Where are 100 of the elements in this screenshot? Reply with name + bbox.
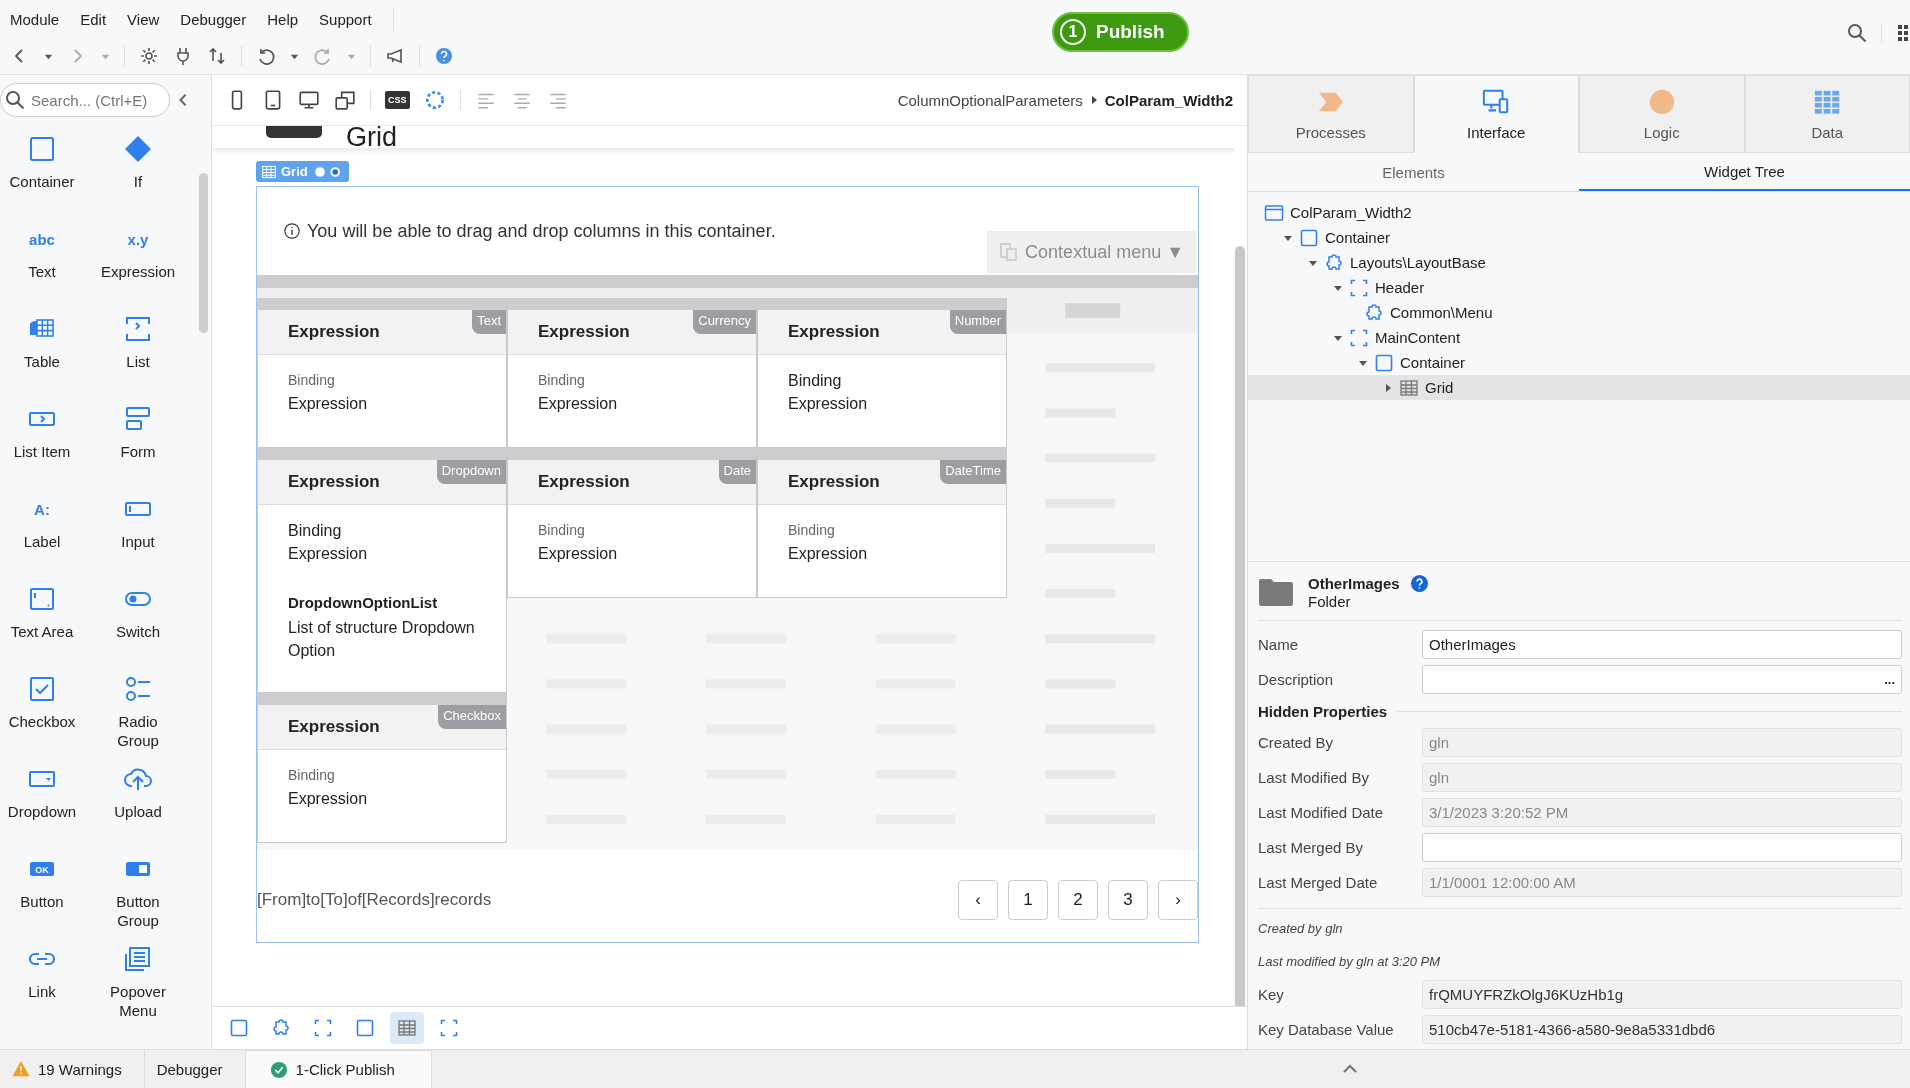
table-icon (261, 163, 277, 180)
column-card[interactable]: Expression Text Binding Expression (257, 298, 507, 448)
page-button[interactable]: 1 (1008, 880, 1048, 920)
widget-palette-item[interactable]: x.y Expression (84, 218, 192, 308)
menu-item[interactable]: Debugger (180, 10, 257, 28)
more-button[interactable]: ... (1884, 672, 1895, 687)
tree-item[interactable]: Common\Menu (1248, 300, 1910, 325)
widget-palette-item[interactable]: Radio Group (84, 668, 192, 758)
document-icon (999, 242, 1020, 262)
table-icon (397, 1018, 417, 1038)
caret-icon[interactable] (1383, 382, 1393, 393)
tree-item[interactable]: Grid (1248, 375, 1910, 400)
css-button[interactable]: CSS (385, 91, 410, 109)
tree-item[interactable]: Header (1248, 275, 1910, 300)
publish-button[interactable]: 1 Publish (1052, 12, 1189, 52)
widget-path-button[interactable] (390, 1012, 424, 1044)
widget-palette-item[interactable]: List Item (0, 398, 84, 488)
column-binding-text: Expression (788, 394, 869, 414)
breadcrumb-link[interactable]: ColumnOptionalParameters (897, 91, 1083, 109)
text-field[interactable]: OtherImages (1422, 630, 1902, 659)
block-icon (1364, 302, 1384, 323)
widget-palette-item[interactable]: Form (84, 398, 192, 488)
widget-palette-item[interactable]: Container (0, 128, 84, 218)
widget-palette-item[interactable]: Popover Menu (84, 938, 192, 1028)
widget-palette-item[interactable]: Button Group (84, 848, 192, 938)
scrollbar-thumb[interactable] (199, 173, 209, 333)
theme-circle-icon[interactable] (423, 89, 446, 111)
field-label: Name (1258, 636, 1299, 653)
column-binding-text: Expression (288, 789, 369, 809)
tab[interactable]: Elements (1248, 153, 1579, 191)
widget-palette-item[interactable]: abc Text (0, 218, 84, 308)
column-binding-text: Binding (288, 521, 343, 541)
widget-palette-item[interactable]: Table (0, 308, 84, 398)
page-button[interactable]: 3 (1108, 880, 1148, 920)
menu-item[interactable]: Help (267, 10, 309, 28)
widget-palette-item[interactable]: List (84, 308, 192, 398)
menu-item[interactable]: View (127, 10, 170, 28)
page-title: Grid (346, 126, 397, 148)
tab[interactable]: Logic (1579, 75, 1745, 153)
widget-palette-item[interactable]: Dropdown (0, 758, 84, 848)
megaphone-icon[interactable] (385, 46, 405, 66)
help-icon[interactable] (434, 46, 454, 66)
tree-item[interactable]: ColParam_Width2 (1248, 200, 1910, 225)
collapse-icon[interactable] (178, 93, 188, 107)
audit-note: Last modified by gln at 3:20 PM (1258, 954, 1442, 969)
widget-palette-item[interactable]: Switch (84, 578, 192, 668)
column-card[interactable]: Expression Number Binding Expression (757, 298, 1007, 448)
column-title: Expression (288, 717, 380, 737)
column-binding-text: Expression (788, 544, 869, 564)
settings-icon[interactable] (139, 46, 159, 66)
desktop-icon[interactable] (298, 89, 320, 111)
tab[interactable]: Processes (1248, 75, 1414, 153)
readonly-field: frQMUYFRZkOlgJ6KUzHb1g (1422, 980, 1902, 1009)
column-card[interactable]: Expression Currency Binding Expression (507, 298, 757, 448)
widget-palette-item[interactable]: Text Area (0, 578, 84, 668)
column-binding-text: Expression (288, 544, 369, 564)
field-label: Last Modified By (1258, 769, 1370, 786)
widget-palette-item[interactable]: If (84, 128, 192, 218)
undo-icon[interactable] (256, 46, 276, 66)
status-tab[interactable]: 1-Click Publish (245, 1050, 432, 1088)
container-icon (27, 134, 57, 164)
column-card[interactable]: Expression Dropdown Binding Expression DropdownOptionList List of structure Dropdown Option (257, 448, 507, 693)
readonly-field: 3/1/2023 3:20:52 PM (1422, 798, 1902, 827)
widget-palette-item[interactable]: Upload (84, 758, 192, 848)
resize-icon[interactable] (334, 89, 356, 111)
tree-item[interactable]: Layouts\LayoutBase (1248, 250, 1910, 275)
text-field[interactable] (1422, 833, 1902, 862)
apps-grid-icon[interactable] (1896, 23, 1910, 43)
menu-item[interactable]: Module (10, 10, 70, 28)
scrollbar-thumb[interactable] (1235, 246, 1245, 1006)
tab[interactable]: Data (1744, 75, 1910, 153)
tree-item[interactable]: MainContent (1248, 325, 1910, 350)
column-title: Expression (538, 322, 630, 342)
tab[interactable]: Widget Tree (1579, 153, 1910, 191)
status-tab[interactable]: Debugger (144, 1050, 246, 1088)
container-icon (355, 1018, 375, 1038)
search-icon[interactable] (1847, 23, 1867, 43)
status-tab[interactable]: 19 Warnings (0, 1050, 145, 1088)
search-field[interactable]: Search... (Ctrl+E) (0, 83, 170, 117)
menu-item[interactable]: Edit (80, 10, 117, 28)
page-button[interactable]: ‹ (958, 880, 998, 920)
menu-item[interactable]: Support (319, 10, 382, 28)
widget-palette-item[interactable]: OK Button (0, 848, 84, 938)
column-card[interactable]: Expression DateTime Binding Expression (757, 448, 1007, 598)
field-label: Last Merged Date (1258, 874, 1379, 891)
page-button[interactable]: › (1158, 880, 1198, 920)
table-icon (1399, 377, 1419, 398)
widget-palette-item[interactable]: A: Label (0, 488, 84, 578)
sort-arrows-icon[interactable] (207, 46, 227, 66)
page-button[interactable]: 2 (1058, 880, 1098, 920)
tab[interactable]: Interface (1413, 75, 1579, 153)
tree-item[interactable]: Container (1248, 350, 1910, 375)
column-card[interactable]: Expression Checkbox Binding Expression (257, 693, 507, 843)
text-field[interactable]: ... (1422, 665, 1902, 694)
tree-item[interactable]: Container (1248, 225, 1910, 250)
widget-palette-item[interactable]: Checkbox (0, 668, 84, 758)
help-icon[interactable] (1409, 574, 1429, 593)
widget-palette-item[interactable]: Input (84, 488, 192, 578)
widget-palette-item[interactable]: Link (0, 938, 84, 1028)
column-card[interactable]: Expression Date Binding Expression (507, 448, 757, 598)
